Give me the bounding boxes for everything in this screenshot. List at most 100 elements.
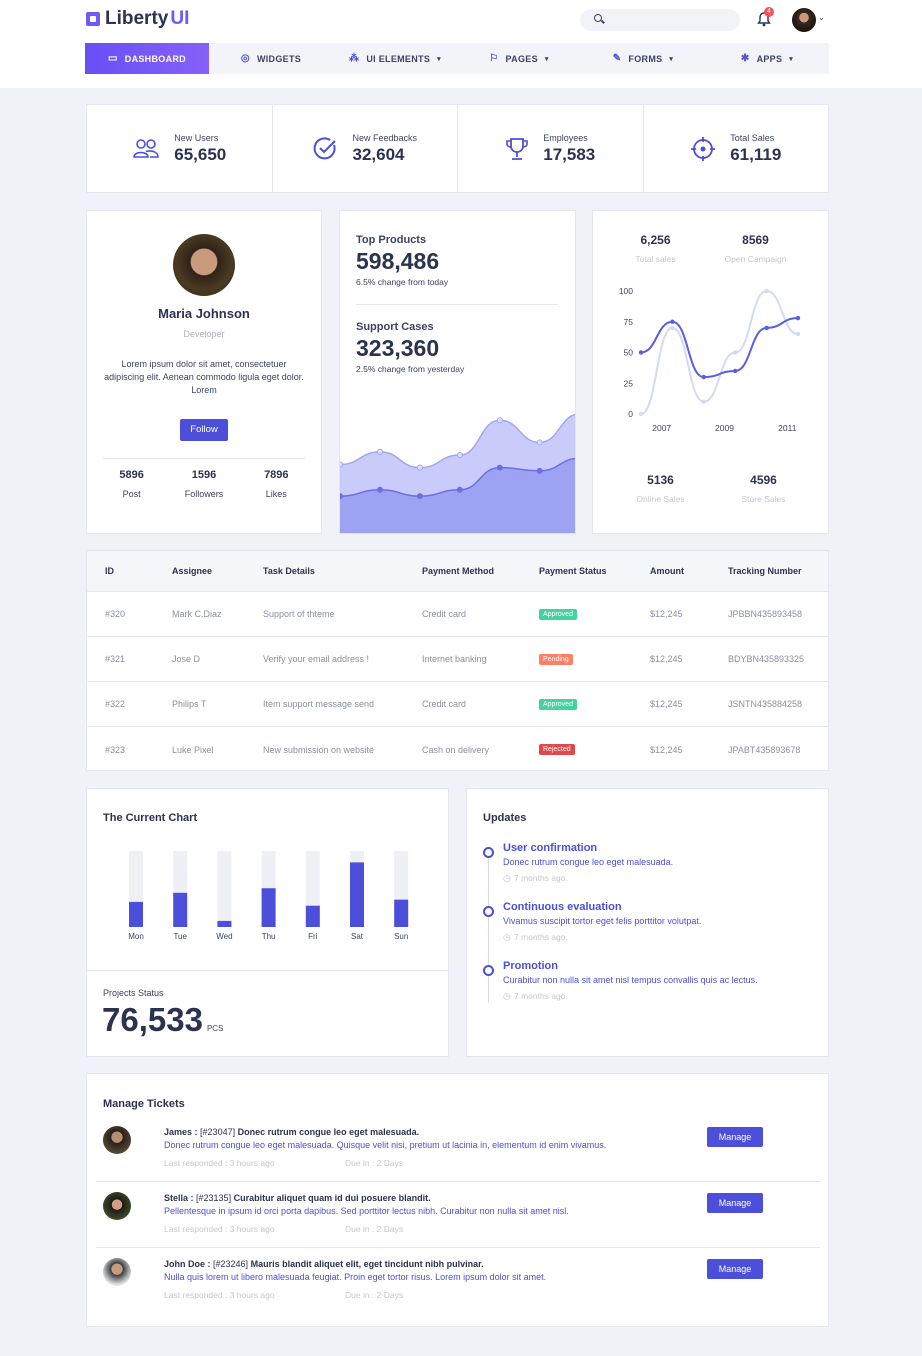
flag-icon: ⚐: [489, 53, 499, 64]
stat-total-sales: Total Sales 61,119: [644, 105, 829, 192]
line-point: [733, 350, 738, 355]
profile-stats: 5896 Post 1596 Followers 7896 Likes: [99, 469, 309, 499]
current-chart-card: The Current Chart Mon Tue Wed Thu Fri Sat Sun …: [86, 788, 449, 1057]
table-cell-method: Credit card: [422, 699, 467, 709]
update-title: Continuous evaluation: [503, 901, 622, 913]
online-sales-stat: 5136 Online Sales: [608, 473, 713, 504]
bar-label: Fri: [308, 932, 318, 941]
column-header[interactable]: Payment Method: [422, 551, 494, 591]
nav-forms[interactable]: ✎ FORMS ▾: [581, 43, 705, 74]
line-series: [640, 317, 799, 379]
area-point: [340, 461, 343, 468]
area-point: [536, 467, 543, 474]
nav-dashboard[interactable]: ▭ DASHBOARD: [85, 43, 209, 74]
check-circle-icon: [314, 136, 337, 159]
compass-icon: ◎: [240, 53, 250, 64]
update-time: 7 months ago.: [514, 873, 568, 883]
ticket-subject: Donec rutrum congue leo eget malesuada.: [237, 1127, 420, 1137]
table-cell-task: Verify your email address !: [263, 654, 370, 664]
nav-ui-elements[interactable]: ⁂ UI ELEMENTS ▾: [333, 43, 457, 74]
ticket-desc: Pellentesque in ipsum id orci porta dapi…: [164, 1206, 569, 1216]
asterisk-icon: ✱: [740, 53, 750, 64]
column-header[interactable]: ID: [105, 551, 114, 591]
nav-widgets[interactable]: ◎ WIDGETS: [209, 43, 333, 74]
bar-label: Mon: [128, 932, 144, 941]
stat-label: Total Sales: [730, 132, 775, 143]
table-row[interactable]: #320 Mark C.Diaz Support of thteme Credit c…: [87, 592, 828, 637]
line-point: [795, 331, 801, 337]
nav-label: UI ELEMENTS: [366, 53, 431, 64]
table-row[interactable]: #322 Philips T Item support message send Cr…: [87, 682, 828, 727]
manage-button[interactable]: Manage: [707, 1259, 763, 1279]
total-sales-stat: 6,256 Total sales: [603, 233, 708, 264]
stat-value: 5136: [647, 473, 674, 487]
updates-title: Updates: [483, 812, 527, 824]
table-cell-amount: $12,245: [650, 744, 683, 755]
y-tick-label: 100: [619, 286, 633, 296]
projects-status-unit: PCS: [206, 1024, 224, 1033]
table-cell-tracking: JSNTN435884258: [728, 699, 803, 709]
table-cell-task: New submission on website: [263, 744, 375, 755]
column-header[interactable]: Tracking Number: [728, 551, 802, 591]
store-sales-stat: 4596 Store Sales: [711, 473, 816, 504]
line-point: [638, 411, 644, 417]
tasks-table: ID Assignee Task Details Payment Method Paym…: [86, 550, 829, 771]
manage-tickets-card: Manage Tickets James : [#23047] Donec ru…: [86, 1073, 829, 1327]
search-icon: [594, 14, 602, 22]
nav-pages[interactable]: ⚐ PAGES ▾: [457, 43, 581, 74]
table-row[interactable]: #323 Luke Pixel New submission on website C…: [87, 727, 828, 772]
ticket-last-responded: Last responded : 3 hours ago: [164, 1290, 275, 1300]
profile-stat-followers: 1596 Followers: [185, 469, 224, 499]
user-avatar[interactable]: [792, 8, 816, 32]
status-badge: Approved: [539, 608, 577, 620]
stat-value: 7896: [264, 469, 289, 481]
table-cell-assignee: Jose D: [172, 654, 201, 664]
users-icon: [133, 138, 160, 158]
bar-label: Sun: [394, 932, 408, 941]
ticket-id: [#23135]: [196, 1193, 232, 1203]
caret-down-icon: ▾: [789, 55, 794, 63]
brand-suffix: UI: [170, 8, 190, 29]
y-tick-label: 0: [628, 409, 633, 419]
table-cell-status: Approved: [539, 682, 577, 726]
update-text: Curabitur non nulla sit amet nisl tempus…: [503, 975, 758, 985]
caret-down-icon: ▾: [437, 55, 441, 63]
ticket-avatar: [103, 1258, 131, 1286]
line-point: [638, 350, 644, 355]
clock-icon: ◷: [503, 991, 511, 1001]
table-row[interactable]: #321 Jose D Verify your email address ! Int…: [87, 637, 828, 682]
chevron-down-icon[interactable]: ⌄: [818, 13, 825, 22]
logo[interactable]: Liberty UI: [86, 8, 189, 30]
stat-label: Employees: [543, 132, 588, 143]
table-cell-amount: $12,245: [650, 654, 683, 664]
search-input[interactable]: [580, 9, 740, 31]
column-header[interactable]: Assignee: [172, 551, 212, 591]
area-point: [496, 417, 503, 424]
manage-button[interactable]: Manage: [707, 1193, 763, 1213]
trophy-icon: [506, 137, 529, 160]
follow-button[interactable]: Follow: [180, 419, 228, 441]
status-badge: Pending: [539, 653, 573, 665]
stat-value: 65,650: [174, 144, 227, 164]
bar: [217, 920, 232, 927]
column-header[interactable]: Task Details: [263, 551, 315, 591]
nav-apps[interactable]: ✱ APPS ▾: [705, 43, 829, 74]
line-point: [670, 319, 675, 324]
update-time: 7 months ago.: [514, 932, 568, 942]
main-nav: ▭ DASHBOARD ◎ WIDGETS ⁂ UI ELEMENTS ▾ ⚐ PAGES…: [85, 43, 829, 74]
sales-line-card: 6,256 Total sales 8569 Open Campaign 0 25 50…: [592, 210, 829, 534]
current-chart-title: The Current Chart: [103, 812, 198, 824]
ticket-due: Due in : 2 Days: [345, 1290, 404, 1300]
column-header[interactable]: Amount: [650, 551, 684, 591]
table-cell-task: Item support message send: [263, 699, 375, 709]
divider: [103, 458, 305, 459]
manage-button[interactable]: Manage: [707, 1127, 763, 1147]
stat-value: 32,604: [352, 144, 405, 164]
column-header[interactable]: Payment Status: [539, 551, 607, 591]
table-cell-tracking: JPBBN435893458: [728, 609, 803, 619]
ticket-heading: John Doe : [#23246] Mauris blandit aliqu…: [164, 1259, 484, 1269]
area-point: [340, 493, 343, 500]
stat-value: 6,256: [640, 233, 671, 247]
y-tick-label: 75: [624, 317, 634, 327]
target-icon: [691, 136, 716, 161]
